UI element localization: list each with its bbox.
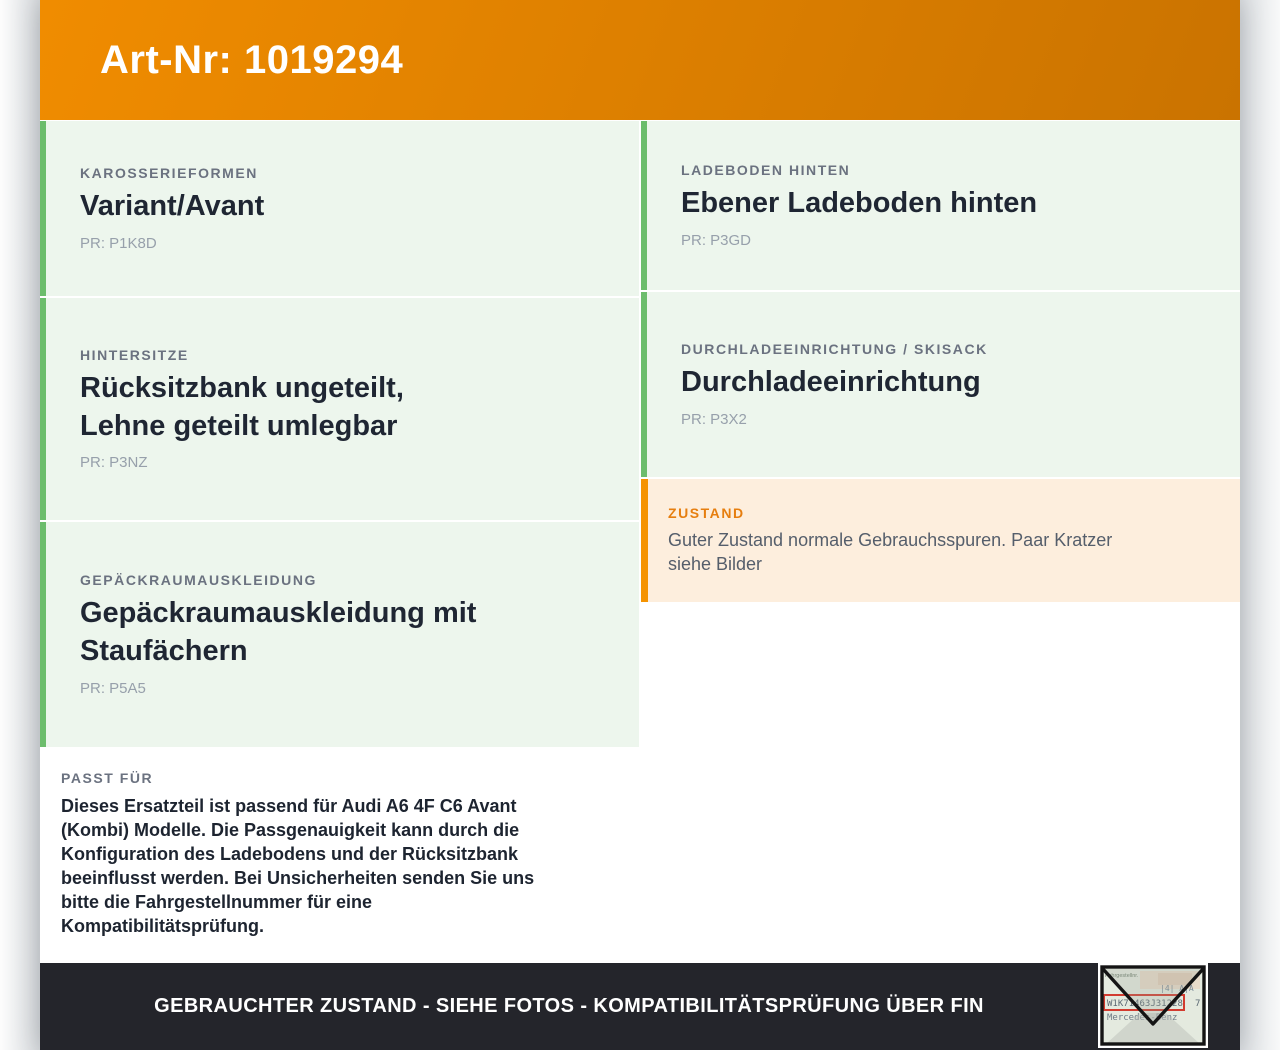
fits-text: Dieses Ersatzteil ist passend für Audi A… xyxy=(61,796,535,936)
article-number-title: Art-Nr: 1019294 xyxy=(100,37,404,82)
spec-card-ladeboden: LADEBODEN HINTEN Ebener Ladeboden hinten… xyxy=(641,121,1240,290)
spec-pr-code: PR: P3NZ xyxy=(80,454,148,472)
condition-text: Guter Zustand normale Gebrauchsspuren. P… xyxy=(668,529,1113,574)
spec-card-karosserieform: KAROSSERIEFORMEN Variant/Avant PR: P1K8D xyxy=(40,121,639,296)
spec-card-hintersitze: HINTERSITZE Rücksitzbank ungeteilt, Lehn… xyxy=(40,298,639,520)
footer-banner: GEBRAUCHTER ZUSTAND - SIEHE FOTOS - KOMP… xyxy=(40,963,1240,1050)
spec-label: DURCHLADEEINRICHTUNG / SKISACK xyxy=(681,341,988,358)
condition-card: ZUSTAND Guter Zustand normale Gebrauchss… xyxy=(641,479,1240,602)
right-column-spacer xyxy=(641,604,1240,963)
fits-card: PASST FÜR Dieses Ersatzteil ist passend … xyxy=(40,749,639,963)
spec-label: LADEBODEN HINTEN xyxy=(681,162,851,179)
condition-label: ZUSTAND xyxy=(668,504,745,521)
spec-label: KAROSSERIEFORMEN xyxy=(80,165,258,182)
spec-grid: KAROSSERIEFORMEN Variant/Avant PR: P1K8D… xyxy=(40,120,1240,963)
spec-label: GEPÄCKRAUMAUSKLEIDUNG xyxy=(80,572,317,589)
spec-card-gepaeckraum: GEPÄCKRAUMAUSKLEIDUNG Gepäckraumauskleid… xyxy=(40,522,639,747)
right-column: LADEBODEN HINTEN Ebener Ladeboden hinten… xyxy=(641,121,1240,963)
vin-suffix: 7 xyxy=(1195,999,1200,1009)
left-column: KAROSSERIEFORMEN Variant/Avant PR: P1K8D… xyxy=(40,121,639,963)
spec-value: Variant/Avant xyxy=(80,190,265,223)
product-sheet: Art-Nr: 1019294 KAROSSERIEFORMEN Variant… xyxy=(40,0,1240,1050)
footer-banner-text: GEBRAUCHTER ZUSTAND - SIEHE FOTOS - KOMP… xyxy=(154,995,984,1017)
spec-pr-code: PR: P3GD xyxy=(681,231,752,249)
spec-value: Ebener Ladeboden hinten xyxy=(681,187,1038,220)
fits-label: PASST FÜR xyxy=(61,770,154,786)
spec-label: HINTERSITZE xyxy=(80,346,189,363)
spec-value: Durchladeeinrichtung xyxy=(681,366,981,399)
header-banner: Art-Nr: 1019294 xyxy=(40,0,1240,120)
spec-pr-code: PR: P5A5 xyxy=(80,679,146,697)
fin-envelope-graphic: Fahrgestellnr. |4| A|A W1K71463J31228 7 … xyxy=(1098,963,1208,1048)
spec-pr-code: PR: P1K8D xyxy=(80,234,157,252)
spec-pr-code: PR: P3X2 xyxy=(681,410,747,428)
spec-card-durchlade: DURCHLADEEINRICHTUNG / SKISACK Durchlade… xyxy=(641,292,1240,477)
spec-value: Rücksitzbank ungeteilt, Lehne geteilt um… xyxy=(80,371,404,442)
spec-value: Gepäckraumauskleidung mit Staufächern xyxy=(80,597,477,667)
